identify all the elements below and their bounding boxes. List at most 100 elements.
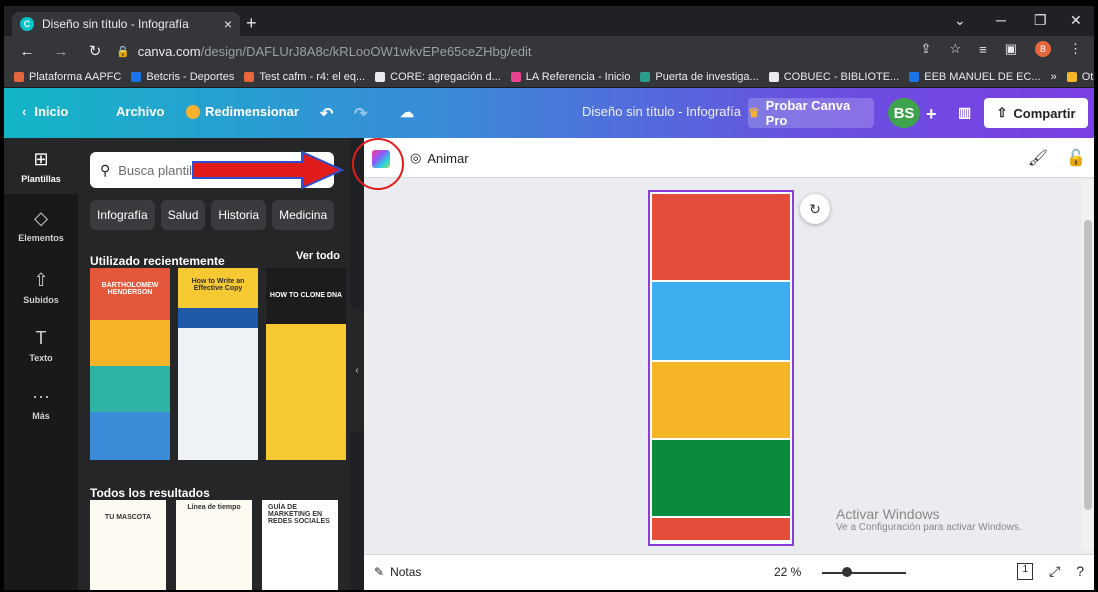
browser-menu-icon[interactable]: ⋮	[1069, 41, 1082, 57]
result-thumbnail[interactable]: GUÍA DE MARKETING EN REDES SOCIALES	[262, 500, 338, 590]
fullscreen-icon[interactable]: ⤢	[1049, 563, 1060, 580]
bookmark-icon	[510, 71, 521, 82]
template-thumbnail[interactable]: How to Write an Effective Copy	[178, 268, 258, 460]
chip-infografia[interactable]: Infografía	[90, 200, 155, 230]
collapse-panel-handle[interactable]: ‹	[350, 308, 364, 432]
reload-icon[interactable]: ↻	[84, 42, 106, 60]
lock-icon: 🔒	[116, 45, 130, 58]
template-thumbnail[interactable]: HOW TO CLONE DNA	[266, 268, 346, 460]
bookmark-item[interactable]: Plataforma AAPFC	[14, 71, 121, 83]
zoom-slider[interactable]	[822, 572, 906, 574]
lock-icon[interactable]: 🔓	[1066, 148, 1086, 168]
recent-title: Utilizado recientemente	[90, 254, 225, 268]
home-button[interactable]: ‹ Inicio	[22, 104, 68, 119]
chevron-left-icon: ‹	[22, 104, 27, 119]
result-thumbnail[interactable]: Línea de tiempo	[176, 500, 252, 590]
template-title: BARTHOLOMEW HENDERSON	[101, 282, 159, 296]
search-icon: ⚲	[100, 161, 111, 178]
tab-title: Diseño sin título - Infografía	[42, 17, 189, 31]
minimize-icon[interactable]: ─	[996, 12, 1006, 28]
try-pro-button[interactable]: ♛ Probar Canva Pro	[748, 98, 874, 128]
bookmark-star-icon[interactable]: ☆	[949, 41, 961, 57]
bookmark-item[interactable]: Betcris - Deportes	[131, 71, 234, 83]
back-icon[interactable]: ←	[16, 43, 38, 60]
notes-button[interactable]: ✎ Notas	[374, 565, 421, 579]
color-block-red[interactable]	[652, 194, 790, 280]
left-rail: ⊞ Plantillas ◇ Elementos ⇧ Subidos T Texto ·…	[4, 138, 78, 590]
tab-search-icon[interactable]: ⌄	[954, 12, 966, 29]
resize-button[interactable]: Redimensionar	[186, 104, 299, 119]
color-block-blue[interactable]	[652, 282, 790, 360]
forward-icon[interactable]: →	[50, 43, 72, 60]
bookmarks-bar: Plataforma AAPFC Betcris - Deportes Test…	[4, 66, 1094, 88]
rail-item-templates[interactable]: ⊞ Plantillas	[4, 138, 78, 194]
media-icon[interactable]: ≡	[979, 42, 987, 57]
bookmark-label: EEB MANUEL DE EC...	[924, 70, 1041, 83]
result-thumbnail[interactable]: TU MASCOTA	[90, 500, 166, 590]
bookmark-item[interactable]: Puerta de investiga...	[640, 71, 759, 83]
rail-item-text[interactable]: T Texto	[4, 328, 78, 363]
insights-icon[interactable]: ▥	[958, 104, 971, 121]
sidepanel-icon[interactable]: ▣	[1005, 41, 1017, 57]
file-menu[interactable]: Archivo	[116, 104, 164, 119]
url-path: /design/DAFLUrJ8A8c/kRLooOW1wkvEPe65ceZH…	[200, 43, 532, 59]
bookmark-item[interactable]: Test cafm - r4: el eq...	[244, 71, 365, 83]
bookmark-label: COBUEC - BIBLIOTE...	[783, 70, 900, 83]
all-results-title: Todos los resultados	[90, 486, 210, 500]
help-icon[interactable]: ?	[1076, 563, 1084, 580]
restore-icon[interactable]: ❐	[1034, 12, 1047, 29]
rail-label: Texto	[29, 353, 53, 363]
crown-icon	[186, 104, 200, 119]
more-bookmarks-icon: »	[1050, 70, 1057, 83]
bookmark-label: Test cafm - r4: el eq...	[259, 70, 366, 83]
template-thumbnail[interactable]: BARTHOLOMEW HENDERSON	[90, 268, 170, 460]
url-field[interactable]: 🔒 canva.com /design/DAFLUrJ8A8c/kRLooOW1…	[116, 39, 896, 63]
bookmark-item[interactable]: CORE: agregación d...	[375, 71, 501, 83]
color-block-red-bottom[interactable]	[652, 518, 790, 540]
color-block-yellow[interactable]	[652, 362, 790, 438]
document-title[interactable]: Diseño sin título - Infografía	[582, 104, 741, 119]
share-button[interactable]: ⇧ Compartir	[984, 98, 1088, 128]
other-bookmarks[interactable]: Otros marcadores	[1066, 71, 1094, 83]
see-all-link[interactable]: Ver todo	[296, 250, 340, 262]
share-page-icon[interactable]: ⇪	[921, 41, 932, 57]
rail-item-more[interactable]: ··· Más	[4, 386, 78, 421]
bookmark-icon	[768, 71, 779, 82]
new-tab-button[interactable]: +	[246, 13, 257, 34]
bookmark-item[interactable]: EEB MANUEL DE EC...	[909, 70, 1041, 83]
close-window-icon[interactable]: ✕	[1070, 12, 1082, 29]
paint-format-icon[interactable]: 🖌	[1028, 148, 1048, 168]
bottom-bar: ✎ Notas 22 % 1 ⤢ ?	[364, 554, 1094, 590]
chip-medicina[interactable]: Medicina	[272, 200, 335, 230]
url-domain: canva.com	[137, 43, 201, 59]
page-count-icon[interactable]: 1	[1017, 563, 1033, 580]
animate-button[interactable]: ◎ Animar	[410, 150, 469, 166]
rail-item-elements[interactable]: ◇ Elementos	[4, 208, 78, 243]
browser-tab[interactable]: C Diseño sin título - Infografía ×	[12, 12, 240, 36]
bookmark-icon	[375, 71, 386, 82]
undo-icon[interactable]: ↶	[320, 104, 333, 124]
rotate-refresh-icon[interactable]: ↻	[800, 194, 830, 224]
bookmark-icon	[14, 71, 24, 82]
bookmarks-more[interactable]: »	[1051, 71, 1057, 83]
bookmark-item[interactable]: COBUEC - BIBLIOTE...	[768, 70, 900, 83]
zoom-level[interactable]: 22 %	[774, 565, 801, 579]
chip-historia[interactable]: Historia	[211, 200, 267, 230]
address-bar: ← → ↻ 🔒 canva.com /design/DAFLUrJ8A8c/kR…	[4, 36, 1094, 66]
bookmark-label: LA Referencia - Inicio	[525, 70, 631, 83]
zoom-slider-knob[interactable]	[842, 567, 853, 577]
design-page[interactable]	[648, 190, 794, 546]
color-block-green[interactable]	[652, 440, 790, 516]
user-avatar[interactable]: BS	[888, 98, 920, 128]
rail-item-uploads[interactable]: ⇧ Subidos	[4, 270, 78, 305]
profile-avatar[interactable]: B	[1035, 41, 1051, 57]
bookmark-label: Plataforma AAPFC	[29, 70, 122, 83]
folder-icon	[1066, 71, 1077, 82]
bookmark-item[interactable]: LA Referencia - Inicio	[510, 70, 631, 83]
template-icon: ⊞	[33, 148, 49, 169]
redo-icon[interactable]: ↷	[354, 104, 367, 124]
add-collaborator-icon[interactable]: +	[926, 104, 937, 125]
vertical-scrollbar[interactable]	[1082, 180, 1094, 550]
chip-salud[interactable]: Salud	[160, 200, 206, 230]
tab-close-icon[interactable]: ×	[224, 16, 232, 32]
